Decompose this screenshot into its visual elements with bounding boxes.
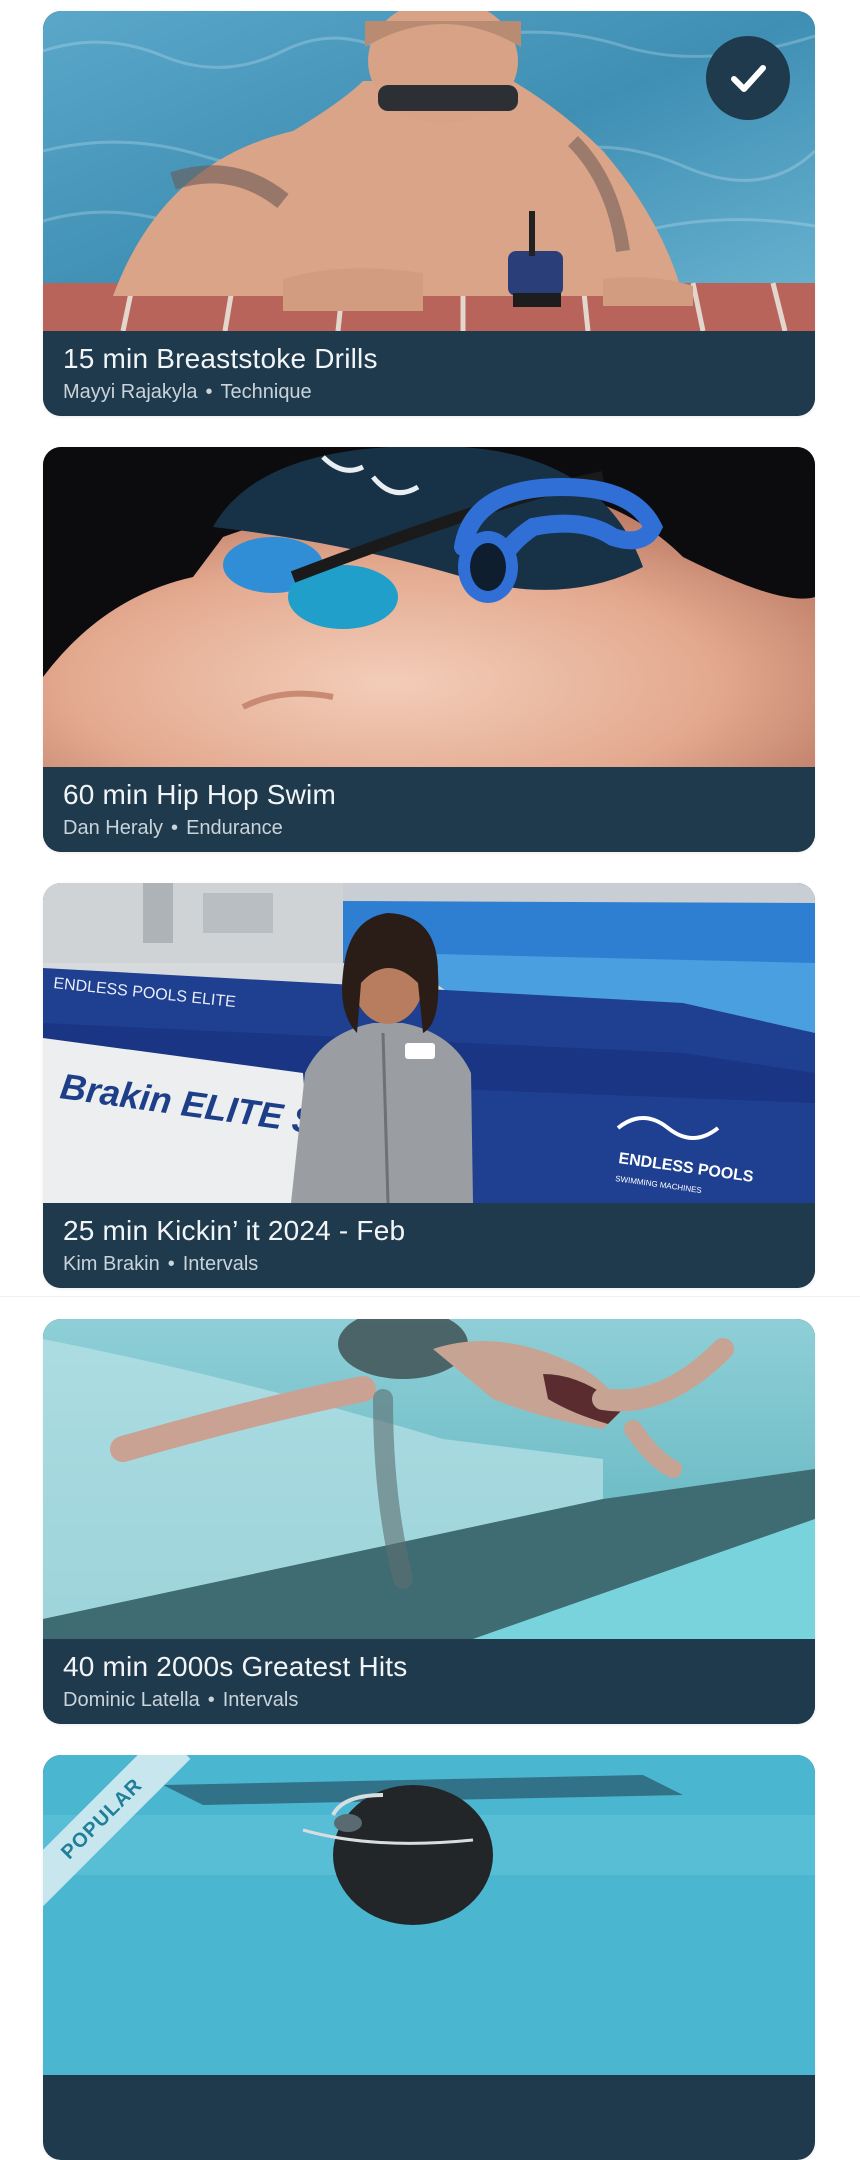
workout-instructor: Mayyi Rajakyla bbox=[63, 381, 198, 403]
workout-card[interactable]: 40 min 2000s Greatest Hits Dominic Latel… bbox=[43, 1319, 815, 1724]
completed-badge bbox=[706, 36, 790, 120]
workout-title: 15 min Breaststoke Drills bbox=[63, 343, 378, 374]
workout-card[interactable]: 15 min Breaststoke Drills Mayyi Rajakyla… bbox=[43, 11, 815, 416]
workout-title: 40 min 2000s Greatest Hits bbox=[63, 1651, 408, 1682]
workout-meta: Dominic Latella • Intervals bbox=[63, 1689, 298, 1712]
check-icon bbox=[731, 65, 766, 92]
workout-meta: Dan Heraly • Endurance bbox=[63, 817, 283, 840]
workout-category: Intervals bbox=[182, 1253, 259, 1275]
workout-caption: 40 min 2000s Greatest Hits Dominic Latel… bbox=[43, 1639, 815, 1724]
meta-separator: • bbox=[167, 1253, 175, 1275]
workout-thumbnail bbox=[43, 11, 815, 331]
workout-caption: 15 min Breaststoke Drills Mayyi Rajakyla… bbox=[43, 331, 815, 416]
workout-category: Technique bbox=[220, 381, 312, 403]
workout-meta: Mayyi Rajakyla • Technique bbox=[63, 381, 312, 404]
workout-card[interactable]: 60 min Hip Hop Swim Dan Heraly • Endurance bbox=[43, 447, 815, 852]
meta-separator: • bbox=[207, 1689, 215, 1711]
workout-caption: 25 min Kickin’ it 2024 - Feb Kim Brakin •… bbox=[43, 1203, 815, 1288]
workout-category: Endurance bbox=[186, 817, 283, 839]
workout-meta: Kim Brakin • Intervals bbox=[63, 1253, 258, 1276]
workout-instructor: Kim Brakin bbox=[63, 1253, 160, 1275]
meta-separator: • bbox=[205, 381, 213, 403]
workout-caption: 60 min Hip Hop Swim Dan Heraly • Endurance bbox=[43, 767, 815, 852]
workout-thumbnail bbox=[43, 1319, 815, 1639]
workout-card[interactable]: Brakin ELITE SWIM ENDLESS POOLS ELITE EN… bbox=[43, 883, 815, 1288]
workout-instructor: Dominic Latella bbox=[63, 1689, 200, 1711]
workout-title: 25 min Kickin’ it 2024 - Feb bbox=[63, 1215, 406, 1246]
divider bbox=[0, 1296, 860, 1297]
meta-separator: • bbox=[171, 817, 179, 839]
workout-category: Intervals bbox=[222, 1689, 299, 1711]
workout-title: 60 min Hip Hop Swim bbox=[63, 779, 336, 810]
workout-thumbnail bbox=[43, 447, 815, 767]
workout-thumbnail bbox=[43, 1755, 815, 2075]
workout-list: 15 min Breaststoke Drills Mayyi Rajakyla… bbox=[0, 0, 860, 2160]
workout-thumbnail: Brakin ELITE SWIM ENDLESS POOLS ELITE EN… bbox=[43, 883, 815, 1203]
workout-card[interactable]: POPULAR bbox=[43, 1755, 815, 2160]
workout-instructor: Dan Heraly bbox=[63, 817, 164, 839]
